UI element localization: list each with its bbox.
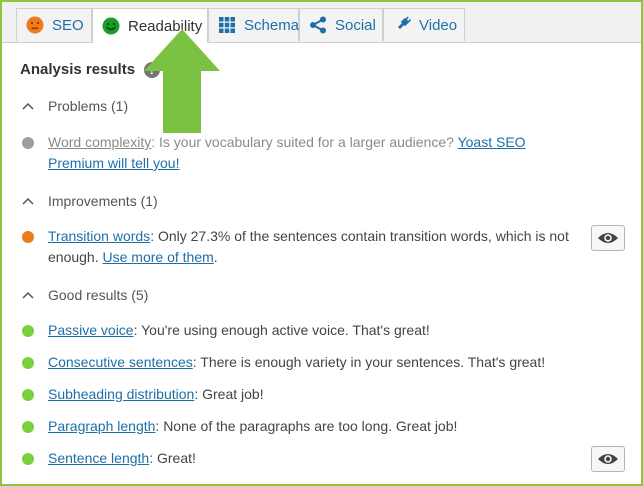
link-sentence-length[interactable]: Sentence length — [48, 450, 149, 466]
eye-button-sentence-length[interactable] — [591, 446, 625, 472]
section-good-toggle[interactable]: Good results (5) — [22, 287, 148, 303]
eye-button-transition-words[interactable] — [591, 225, 625, 251]
tab-social-label: Social — [335, 16, 376, 34]
result-word-complexity: Word complexity: Is your vocabulary suit… — [22, 132, 582, 174]
chevron-up-icon — [22, 197, 34, 205]
status-bullet-green — [22, 389, 34, 401]
eye-icon — [598, 454, 618, 464]
tab-video-label: Video — [419, 16, 458, 34]
result-sentence-length: Sentence length: Great! — [22, 448, 582, 469]
link-word-complexity[interactable]: Word complexity — [48, 134, 151, 150]
sentence-length-text: : Great! — [149, 450, 196, 466]
status-bullet-green — [22, 453, 34, 465]
link-consecutive-sentences[interactable]: Consecutive sentences — [48, 354, 193, 370]
chevron-up-icon — [22, 102, 34, 110]
passive-voice-text: : You're using enough active voice. That… — [133, 322, 430, 338]
analysis-title: Analysis results — [20, 61, 136, 78]
chevron-up-icon — [22, 291, 34, 299]
transition-words-tail: . — [213, 249, 218, 265]
status-bullet-grey — [22, 137, 34, 149]
tab-seo[interactable]: SEO — [16, 8, 92, 41]
tab-bar: SEO Readability Schema Social Video — [2, 2, 641, 43]
tab-seo-label: SEO — [52, 16, 84, 34]
status-bullet-green — [22, 357, 34, 369]
readability-panel: SEO Readability Schema Social Video Anal… — [0, 0, 643, 486]
link-transition-words[interactable]: Transition words — [48, 228, 150, 244]
subheading-distribution-text: : Great job! — [194, 386, 264, 402]
result-passive-voice: Passive voice: You're using enough activ… — [22, 320, 582, 341]
eye-icon — [598, 233, 618, 243]
status-bullet-orange — [22, 231, 34, 243]
section-improvements-toggle[interactable]: Improvements (1) — [22, 193, 158, 209]
smile-face-icon — [102, 17, 120, 35]
link-paragraph-length[interactable]: Paragraph length — [48, 418, 155, 434]
status-bullet-green — [22, 325, 34, 337]
video-plug-icon — [393, 16, 412, 34]
section-good-title: Good results (5) — [48, 287, 149, 303]
share-icon — [309, 16, 327, 34]
result-paragraph-length: Paragraph length: None of the paragraphs… — [22, 416, 582, 437]
paragraph-length-text: : None of the paragraphs are too long. G… — [155, 418, 458, 434]
section-improvements-title: Improvements (1) — [48, 193, 158, 209]
tab-video[interactable]: Video — [383, 8, 465, 41]
analysis-heading: Analysis results ? — [20, 61, 161, 78]
analysis-content: Analysis results ? Problems (1) Word com… — [2, 43, 641, 484]
annotation-arrow-icon — [144, 29, 220, 133]
word-complexity-text: : Is your vocabulary suited for a larger… — [151, 134, 458, 150]
sad-face-icon — [26, 16, 44, 34]
tab-schema-label: Schema — [244, 16, 300, 34]
status-bullet-green — [22, 421, 34, 433]
result-consecutive-sentences: Consecutive sentences: There is enough v… — [22, 352, 582, 373]
link-use-more[interactable]: Use more of them — [103, 249, 214, 265]
link-passive-voice[interactable]: Passive voice — [48, 322, 134, 338]
result-subheading-distribution: Subheading distribution: Great job! — [22, 384, 582, 405]
consecutive-sentences-text: : There is enough variety in your senten… — [192, 354, 546, 370]
link-subheading-distribution[interactable]: Subheading distribution — [48, 386, 194, 402]
tab-social[interactable]: Social — [299, 8, 383, 41]
section-problems-title: Problems (1) — [48, 98, 129, 114]
section-problems-toggle[interactable]: Problems (1) — [22, 98, 128, 114]
result-transition-words: Transition words: Only 27.3% of the sent… — [22, 226, 582, 268]
